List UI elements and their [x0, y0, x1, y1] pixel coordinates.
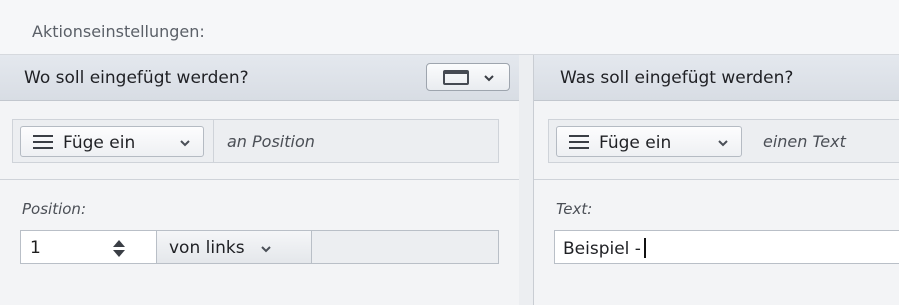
panel-divider[interactable]	[519, 55, 534, 305]
text-input[interactable]: Beispiel -	[554, 230, 899, 264]
text-caret	[643, 238, 646, 258]
chevron-down-icon	[261, 246, 271, 253]
what-operation-row: Füge ein einen Text	[534, 101, 899, 180]
text-row: Text: Beispiel -	[534, 180, 899, 305]
what-panel: Was soll eingefügt werden? Füge ein eine…	[534, 55, 899, 305]
settings-titlebar: Aktionseinstellungen:	[0, 0, 899, 55]
insert-operation-label: Füge ein	[63, 133, 136, 153]
text-label: Text:	[556, 200, 593, 218]
window-icon	[443, 70, 469, 85]
what-panel-title: Was soll eingefügt werden?	[560, 68, 794, 88]
menu-icon	[33, 135, 53, 149]
position-label: Position:	[22, 200, 86, 218]
what-operation-strip: Füge ein einen Text	[548, 119, 899, 163]
divider	[213, 120, 214, 162]
where-panel-title: Wo soll eingefügt werden?	[24, 68, 249, 88]
where-operation-row: Füge ein an Position	[0, 101, 519, 180]
section-title: Aktionseinstellungen:	[32, 22, 205, 41]
operation-hint: an Position	[227, 132, 315, 151]
position-value: 1	[30, 238, 41, 258]
direction-label: von links	[169, 238, 245, 258]
insert-content-label: Füge ein	[599, 133, 672, 153]
what-panel-header: Was soll eingefügt werden?	[534, 55, 899, 101]
chevron-down-icon	[180, 140, 190, 147]
text-input-value: Beispiel -	[563, 239, 641, 259]
menu-icon	[569, 135, 589, 149]
chevron-down-icon	[718, 140, 728, 147]
where-panel: Wo soll eingefügt werden? Füge ein an Po…	[0, 55, 520, 305]
where-operation-strip: Füge ein an Position	[12, 119, 499, 163]
position-stepper[interactable]: 1	[20, 230, 157, 264]
window-mode-dropdown[interactable]	[426, 63, 510, 91]
insert-content-button[interactable]: Füge ein	[556, 126, 742, 157]
position-row-filler	[311, 230, 499, 264]
position-row: Position: 1 von links	[0, 180, 519, 305]
where-panel-header: Wo soll eingefügt werden?	[0, 55, 519, 101]
content-hint: einen Text	[763, 132, 846, 151]
spin-down-icon[interactable]	[113, 250, 125, 257]
insert-operation-button[interactable]: Füge ein	[20, 126, 204, 157]
chevron-down-icon	[484, 75, 494, 82]
direction-dropdown[interactable]: von links	[156, 230, 312, 264]
spin-up-icon[interactable]	[113, 240, 125, 247]
